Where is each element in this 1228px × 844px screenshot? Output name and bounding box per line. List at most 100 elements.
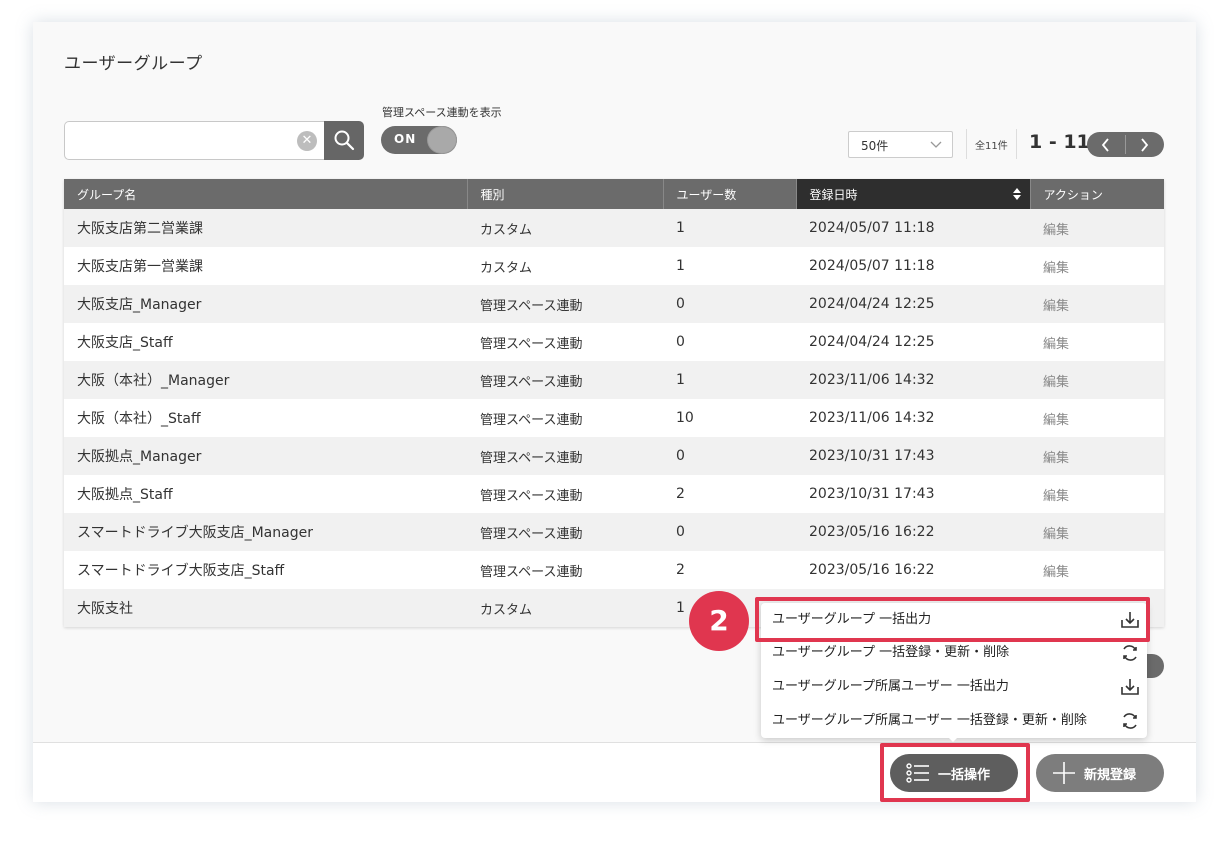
menu-item-member-import[interactable]: ユーザーグループ所属ユーザー 一括登録・更新・削除 [761,704,1147,738]
menu-item-label: ユーザーグループ所属ユーザー 一括登録・更新・削除 [772,713,1087,728]
table-row: スマートドライブ大阪支店_Staff 管理スペース連動 2 2023/05/16 16… [64,551,1164,589]
group-name-cell: 大阪支店第二営業課 [64,209,467,247]
toggle-state: ON [394,132,417,146]
registered-at-cell: 2023/10/31 17:43 [796,475,1030,513]
pager [1087,132,1164,157]
edit-link[interactable]: 編集 [1030,209,1164,247]
col-type[interactable]: 種別 [467,179,664,209]
clear-icon[interactable]: ✕ [297,131,317,151]
type-cell: カスタム [467,209,663,247]
registered-at-cell: 2024/04/24 12:25 [796,323,1030,361]
edit-link[interactable]: 編集 [1030,285,1164,323]
user-count-cell: 1 [663,247,796,285]
table-row: 大阪（本社）_Staff 管理スペース連動 10 2023/11/06 14:32 編集 [64,399,1164,437]
menu-item-label: ユーザーグループ所属ユーザー 一括出力 [772,679,1009,694]
search-icon [334,130,355,151]
plus-icon [1053,762,1075,784]
prev-page-button[interactable] [1087,132,1125,157]
type-cell: 管理スペース連動 [467,285,663,323]
group-name-cell: 大阪（本社）_Staff [64,399,467,437]
bulk-operation-button[interactable]: 一括操作 [890,754,1018,792]
edit-link[interactable]: 編集 [1030,361,1164,399]
registered-at-cell: 2023/11/06 14:32 [796,361,1030,399]
new-registration-label: 新規登録 [1084,768,1137,783]
table-header: グループ名 種別 ユーザー数 登録日時 アクション [64,179,1164,209]
total-count: 全11件 [975,141,1008,152]
user-count-cell: 1 [663,209,796,247]
group-name-cell: スマートドライブ大阪支店_Staff [64,551,467,589]
registered-at-cell: 2023/11/06 14:32 [796,399,1030,437]
edit-link[interactable]: 編集 [1030,551,1164,589]
type-cell: 管理スペース連動 [467,437,663,475]
page-title: ユーザーグループ [64,54,203,74]
type-cell: 管理スペース連動 [467,513,663,551]
per-page-select[interactable]: 50件 [848,131,953,158]
group-table: グループ名 種別 ユーザー数 登録日時 アクション 大阪支店第二営業課 カスタム 1… [64,179,1164,627]
registered-at-cell: 2024/04/24 12:25 [796,285,1030,323]
type-cell: カスタム [467,247,663,285]
toggle-knob [427,126,457,154]
registered-at-cell: 2023/10/31 17:43 [796,437,1030,475]
group-name-cell: 大阪支店第一営業課 [64,247,467,285]
highlight-menu-item [755,597,1150,642]
next-page-button[interactable] [1126,132,1164,157]
sort-icon [1012,188,1021,200]
group-name-cell: 大阪支店_Staff [64,323,467,361]
search-button[interactable] [324,121,364,160]
user-count-cell: 0 [663,285,796,323]
page-range: 1 - 11 [1029,131,1090,153]
user-count-cell: 2 [663,475,796,513]
col-group-name[interactable]: グループ名 [64,179,468,209]
divider [1016,129,1017,159]
user-count-cell: 0 [663,437,796,475]
new-registration-button[interactable]: 新規登録 [1036,754,1164,792]
step-badge: 2 [689,591,749,651]
divider [966,129,967,159]
col-registered-at-label: 登録日時 [809,187,858,202]
type-cell: 管理スペース連動 [467,399,663,437]
refresh-icon [1123,713,1137,729]
type-cell: 管理スペース連動 [467,475,663,513]
bulk-operation-label: 一括操作 [938,768,991,783]
registered-at-cell: 2024/05/07 11:18 [796,247,1030,285]
edit-link[interactable]: 編集 [1030,513,1164,551]
download-icon [1121,679,1139,695]
edit-link[interactable]: 編集 [1030,399,1164,437]
table-row: 大阪拠点_Manager 管理スペース連動 0 2023/10/31 17:43 編集 [64,437,1164,475]
group-name-cell: スマートドライブ大阪支店_Manager [64,513,467,551]
user-count-cell: 0 [663,323,796,361]
list-icon [906,763,929,783]
col-user-count[interactable]: ユーザー数 [663,179,797,209]
search-input[interactable]: ✕ [64,121,325,160]
toggle-label: 管理スペース連動を表示 [382,106,502,119]
menu-pointer [945,734,961,742]
user-count-cell: 0 [663,513,796,551]
table-row: 大阪支店_Staff 管理スペース連動 0 2024/04/24 12:25 編集 [64,323,1164,361]
group-name-cell: 大阪（本社）_Manager [64,361,467,399]
type-cell: 管理スペース連動 [467,323,663,361]
menu-item-label: ユーザーグループ 一括登録・更新・削除 [772,645,1010,660]
type-cell: 管理スペース連動 [467,551,663,589]
menu-item-member-export[interactable]: ユーザーグループ所属ユーザー 一括出力 [761,670,1147,704]
table-row: 大阪支店_Manager 管理スペース連動 0 2024/04/24 12:25 編集 [64,285,1164,323]
type-cell: カスタム [467,589,663,627]
edit-link[interactable]: 編集 [1030,437,1164,475]
group-name-cell: 大阪拠点_Staff [64,475,467,513]
group-name-cell: 大阪拠点_Manager [64,437,467,475]
chevron-down-icon [930,141,942,148]
type-cell: 管理スペース連動 [467,361,663,399]
group-name-cell: 大阪支店_Manager [64,285,467,323]
space-link-toggle[interactable]: ON [381,126,457,154]
col-registered-at[interactable]: 登録日時 [796,179,1031,209]
table-row: 大阪（本社）_Manager 管理スペース連動 1 2023/11/06 14:32 編… [64,361,1164,399]
edit-link[interactable]: 編集 [1030,475,1164,513]
registered-at-cell: 2024/05/07 11:18 [796,209,1030,247]
registered-at-cell: 2023/05/16 16:22 [796,551,1030,589]
edit-link[interactable]: 編集 [1030,323,1164,361]
refresh-icon [1123,645,1137,661]
group-name-cell: 大阪支社 [64,589,467,627]
edit-link[interactable]: 編集 [1030,247,1164,285]
user-count-cell: 1 [663,361,796,399]
table-row: 大阪支店第二営業課 カスタム 1 2024/05/07 11:18 編集 [64,209,1164,247]
chevron-right-icon [1141,138,1149,152]
